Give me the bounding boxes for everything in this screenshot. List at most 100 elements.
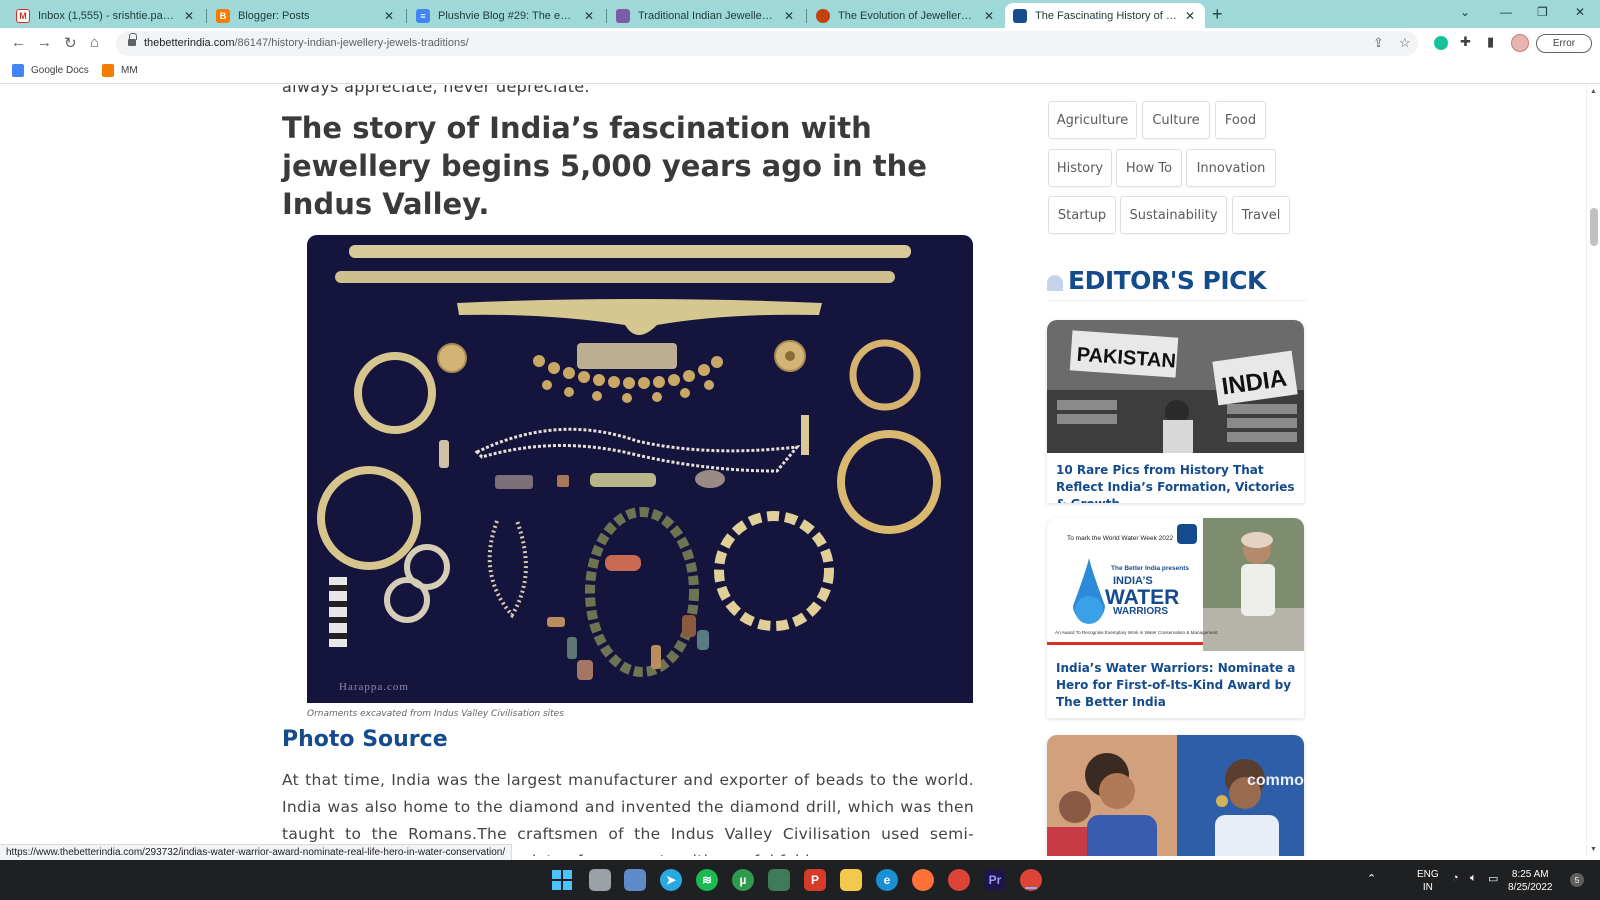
status-bar-url: https://www.thebetterindia.com/293732/in… xyxy=(0,844,513,861)
task-view-icon[interactable] xyxy=(589,869,611,891)
url-path: /86147/history-indian-jewellery-jewels-t… xyxy=(234,37,469,49)
photos-icon[interactable] xyxy=(624,869,646,891)
close-icon[interactable]: ✕ xyxy=(382,9,396,23)
tag-travel[interactable]: Travel xyxy=(1232,196,1290,234)
photo-caption: Ornaments excavated from Indus Valley Ci… xyxy=(307,709,564,719)
telegram-icon[interactable]: ➤ xyxy=(660,869,682,891)
language-code: ENG xyxy=(1417,869,1439,880)
reload-icon[interactable]: ↻ xyxy=(64,34,77,52)
site-icon xyxy=(616,8,630,23)
back-arrow-icon[interactable]: ← xyxy=(11,34,26,51)
jewellery-photo[interactable]: Harappa.com xyxy=(307,235,973,703)
tab-title: Traditional Indian Jewellery of Inc xyxy=(638,9,776,22)
commonwealth-athletes-photo: commonw xyxy=(1047,735,1304,856)
scroll-thumb[interactable] xyxy=(1590,208,1598,246)
poster-warriors: WARRIORS xyxy=(1113,606,1168,617)
card-title[interactable]: India’s Water Warriors: Nominate a Hero … xyxy=(1056,660,1296,711)
windows-start-icon[interactable] xyxy=(551,869,573,891)
close-icon[interactable]: ✕ xyxy=(582,9,596,23)
browser-toolbar: ← → ↻ ⌂ thebetterindia.com/86147/history… xyxy=(0,28,1600,59)
editors-pick-card[interactable]: To mark the World Water Week 2022 The Be… xyxy=(1047,518,1304,718)
clock[interactable]: 8:25 AM 8/25/2022 xyxy=(1508,868,1553,894)
extensions-icon[interactable]: ✚ xyxy=(1460,34,1471,50)
tag-agriculture[interactable]: Agriculture xyxy=(1048,101,1137,139)
tag-startup[interactable]: Startup xyxy=(1048,196,1116,234)
tab-separator xyxy=(806,9,807,23)
firefox-icon[interactable] xyxy=(912,869,934,891)
close-icon[interactable]: ✕ xyxy=(982,9,996,23)
scroll-up-icon[interactable]: ▲ xyxy=(1590,88,1597,95)
tag-culture[interactable]: Culture xyxy=(1142,101,1210,139)
address-bar[interactable]: thebetterindia.com/86147/history-indian-… xyxy=(116,31,1418,56)
bookmark-label: MM xyxy=(121,65,138,76)
restore-button[interactable]: ❐ xyxy=(1537,5,1548,19)
close-window-button[interactable]: ✕ xyxy=(1575,5,1585,19)
thebetterindia-icon xyxy=(1013,8,1027,23)
previous-paragraph-tail: always appreciate, never depreciate. xyxy=(282,85,590,96)
side-panel-icon[interactable]: ▮ xyxy=(1487,34,1494,50)
utorrent-icon[interactable]: µ xyxy=(732,869,754,891)
file-explorer-icon[interactable] xyxy=(840,869,862,891)
editors-pick-card[interactable]: commonw xyxy=(1047,735,1304,856)
card-title[interactable]: 10 Rare Pics from History That Reflect I… xyxy=(1056,462,1296,503)
tab-separator xyxy=(606,9,607,23)
tab-blogger[interactable]: B Blogger: Posts ✕ xyxy=(208,3,404,28)
bookmark-google-docs[interactable]: Google Docs xyxy=(12,64,89,77)
clock-date: 8/25/2022 xyxy=(1508,882,1553,893)
close-icon[interactable]: ✕ xyxy=(782,9,796,23)
tag-food[interactable]: Food xyxy=(1215,101,1266,139)
new-tab-button[interactable]: + xyxy=(1212,4,1223,25)
tab-docs[interactable]: ≡ Plushvie Blog #29: The evolution ✕ xyxy=(408,3,604,28)
tag-how-to[interactable]: How To xyxy=(1116,149,1182,187)
tab-search-icon[interactable]: ⌄ xyxy=(1460,5,1470,19)
bookmark-mm[interactable]: MM xyxy=(102,64,138,77)
chevron-up-icon[interactable]: ⌃ xyxy=(1367,872,1376,885)
tag-sustainability[interactable]: Sustainability xyxy=(1120,196,1227,234)
close-icon[interactable]: ✕ xyxy=(182,9,196,23)
tab-evolution-jewellery[interactable]: The Evolution of Jewellery in Indi ✕ xyxy=(808,3,1004,28)
tag-innovation[interactable]: Innovation xyxy=(1186,149,1276,187)
close-icon[interactable]: ✕ xyxy=(1183,9,1197,23)
language-indicator[interactable]: ENG IN xyxy=(1417,868,1439,894)
lock-icon[interactable] xyxy=(128,33,137,47)
grammarly-icon[interactable] xyxy=(1434,36,1448,50)
premiere-icon[interactable]: Pr xyxy=(984,869,1006,891)
tab-title: The Evolution of Jewellery in Indi xyxy=(838,9,976,22)
tab-traditional-jewellery[interactable]: Traditional Indian Jewellery of Inc ✕ xyxy=(608,3,804,28)
photo-source-link[interactable]: Photo Source xyxy=(282,727,448,752)
docs-icon: ≡ xyxy=(416,8,430,23)
chrome-icon[interactable] xyxy=(948,869,970,891)
edge-icon[interactable]: e xyxy=(876,869,898,891)
avatar[interactable] xyxy=(1511,34,1529,52)
blogger-icon xyxy=(102,64,114,77)
bookmark-star-icon[interactable]: ☆ xyxy=(1399,35,1411,51)
paint-icon[interactable] xyxy=(768,869,790,891)
url-text[interactable]: thebetterindia.com/86147/history-indian-… xyxy=(144,37,469,49)
chrome-active-icon[interactable] xyxy=(1020,869,1042,891)
active-indicator xyxy=(1025,887,1037,889)
page-scrollbar[interactable]: ▲ ▼ xyxy=(1586,85,1600,856)
share-icon[interactable]: ⇪ xyxy=(1373,35,1384,51)
tag-history[interactable]: History xyxy=(1048,149,1112,187)
home-icon[interactable]: ⌂ xyxy=(90,34,99,51)
windows-taskbar: ➤ ≋ µ P e Pr ⌃ ENG IN ◔ 🔈︎ ▭ 8:25 AM 8/2… xyxy=(0,860,1600,900)
profile-error-button[interactable]: Error xyxy=(1536,34,1592,53)
partition-photo: PAKISTAN INDIA xyxy=(1047,320,1304,453)
wps-icon[interactable]: P xyxy=(804,869,826,891)
notification-badge[interactable]: 5 xyxy=(1570,873,1584,887)
tab-active-history[interactable]: The Fascinating History of India's ✕ xyxy=(1005,3,1205,28)
tab-separator xyxy=(206,9,207,23)
card-image: To mark the World Water Week 2022 The Be… xyxy=(1047,518,1304,651)
tab-gmail[interactable]: M Inbox (1,555) - srishtie.pandey@ ✕ xyxy=(8,3,204,28)
volume-icon[interactable]: 🔈︎ xyxy=(1470,872,1477,885)
forward-arrow-icon[interactable]: → xyxy=(37,34,52,51)
wifi-icon[interactable]: ◔ xyxy=(1452,872,1459,884)
scroll-down-icon[interactable]: ▼ xyxy=(1590,846,1597,853)
poster-top-line: To mark the World Water Week 2022 xyxy=(1067,535,1173,542)
spotify-icon[interactable]: ≋ xyxy=(696,869,718,891)
web-page: always appreciate, never depreciate. The… xyxy=(0,85,1586,856)
minimize-button[interactable]: — xyxy=(1500,5,1512,19)
editors-pick-header: EDITOR'S PICK xyxy=(1047,265,1307,301)
battery-icon[interactable]: ▭ xyxy=(1488,872,1498,885)
editors-pick-card[interactable]: PAKISTAN INDIA 10 Rare Pics from History… xyxy=(1047,320,1304,503)
